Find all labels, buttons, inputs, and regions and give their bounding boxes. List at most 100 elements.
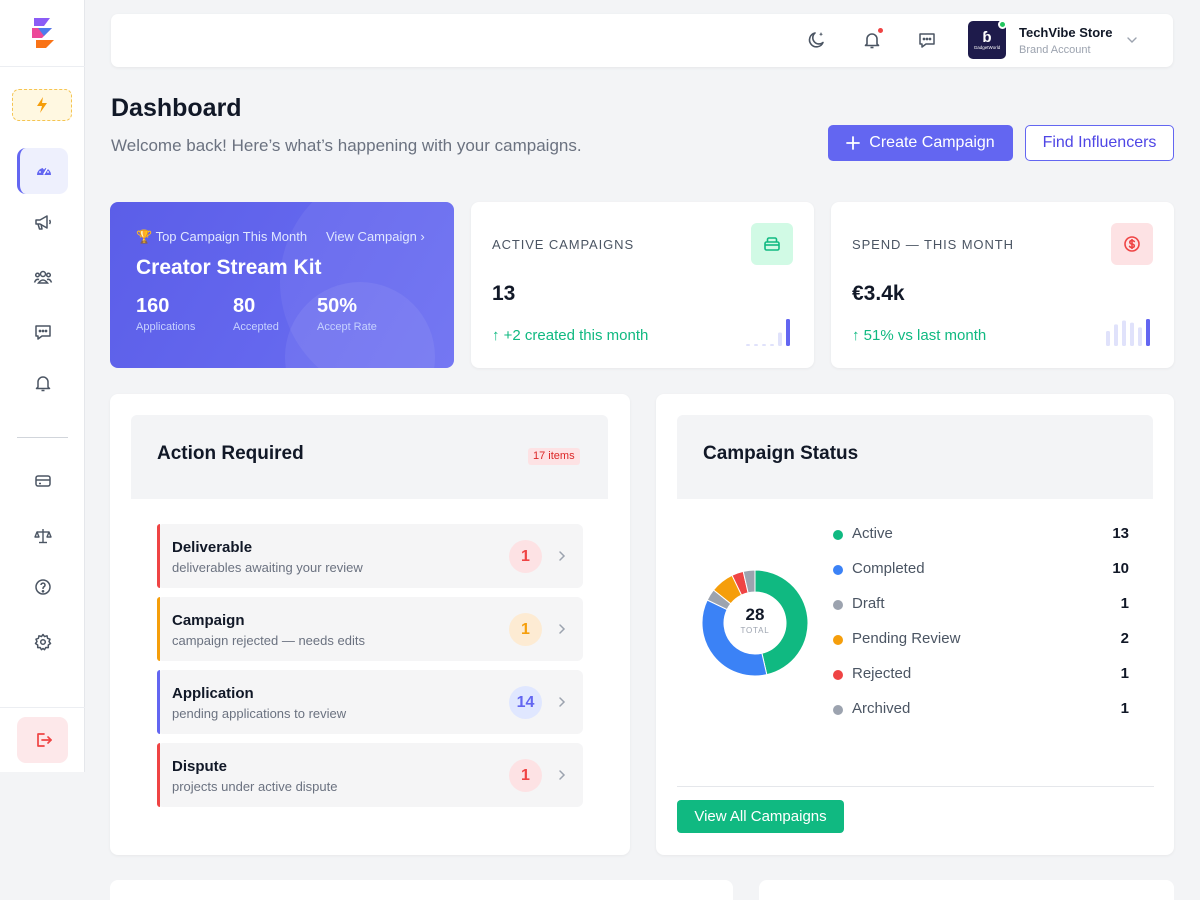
nav-disputes[interactable] bbox=[17, 513, 68, 559]
sparkline bbox=[746, 319, 790, 346]
spend-card: SPEND — THIS MONTH €3.4k ↑ 51% vs last m… bbox=[831, 202, 1174, 368]
messages-button[interactable] bbox=[915, 28, 939, 52]
spark-bar bbox=[778, 332, 782, 346]
chat-icon bbox=[34, 325, 51, 340]
nav-influencers[interactable] bbox=[17, 254, 68, 300]
legend-count: 1 bbox=[1120, 700, 1129, 717]
card-icon bbox=[1111, 223, 1153, 265]
brand-logo[interactable] bbox=[28, 16, 58, 50]
legend-name: Active bbox=[852, 525, 893, 542]
card-change: ↑ 51% vs last month bbox=[852, 327, 987, 344]
legend-rejected: Rejected 1 bbox=[833, 665, 1129, 685]
find-influencers-button[interactable]: Find Influencers bbox=[1025, 125, 1174, 161]
nav-dashboard[interactable] bbox=[17, 148, 68, 194]
credit-card-icon bbox=[34, 475, 51, 487]
card-change: ↑ +2 created this month bbox=[492, 327, 649, 344]
nav-messages[interactable] bbox=[17, 309, 68, 355]
action-title: Application bbox=[172, 685, 254, 702]
sidebar-divider bbox=[0, 66, 85, 67]
view-campaign-link[interactable]: View Campaign › bbox=[326, 229, 425, 244]
action-count: 1 bbox=[509, 759, 542, 792]
action-item-campaign[interactable]: Campaign campaign rejected — needs edits… bbox=[157, 597, 583, 661]
create-campaign-label: Create Campaign bbox=[869, 134, 995, 151]
legend-name: Archived bbox=[852, 700, 911, 717]
legend-dot bbox=[833, 565, 843, 575]
users-icon bbox=[33, 270, 52, 284]
nav-campaigns[interactable] bbox=[17, 199, 68, 245]
page-subtitle: Welcome back! Here’s what’s happening wi… bbox=[111, 136, 582, 155]
legend-dot bbox=[833, 600, 843, 610]
gauge-icon bbox=[37, 167, 51, 175]
chevron-down-icon[interactable] bbox=[1125, 33, 1139, 47]
donut-total-label: TOTAL bbox=[740, 626, 769, 635]
top-campaign-name: Creator Stream Kit bbox=[136, 256, 322, 279]
action-item-application[interactable]: Application pending applications to revi… bbox=[157, 670, 583, 734]
chat-icon bbox=[919, 33, 935, 48]
page-title: Dashboard bbox=[111, 94, 242, 122]
legend-name: Draft bbox=[852, 595, 885, 612]
spark-bar bbox=[754, 344, 758, 346]
nav-help[interactable] bbox=[17, 564, 68, 610]
action-count: 14 bbox=[509, 686, 542, 719]
card-label: ACTIVE CAMPAIGNS bbox=[492, 237, 635, 252]
action-desc: campaign rejected — needs edits bbox=[172, 633, 365, 648]
legend-count: 10 bbox=[1112, 560, 1129, 577]
stat-label: Applications bbox=[136, 321, 196, 333]
spark-bar bbox=[1130, 322, 1134, 346]
nav-billing[interactable] bbox=[17, 458, 68, 504]
action-title: Campaign bbox=[172, 612, 245, 629]
spark-bar bbox=[746, 344, 750, 346]
upgrade-button[interactable] bbox=[12, 89, 72, 121]
view-all-campaigns-button[interactable]: View All Campaigns bbox=[677, 800, 844, 833]
legend-count: 2 bbox=[1120, 630, 1129, 647]
card-icon bbox=[751, 223, 793, 265]
account-type: Brand Account bbox=[1019, 44, 1091, 56]
panel-title: Campaign Status bbox=[703, 443, 859, 464]
notifications-button[interactable] bbox=[860, 28, 884, 52]
stat-value: 80 bbox=[233, 295, 256, 317]
legend-archived: Archived 1 bbox=[833, 700, 1129, 720]
card-label: SPEND — THIS MONTH bbox=[852, 237, 1014, 252]
create-campaign-button[interactable]: Create Campaign bbox=[828, 125, 1013, 161]
nav-notifications[interactable] bbox=[17, 360, 68, 406]
action-item-dispute[interactable]: Dispute projects under active dispute 1 bbox=[157, 743, 583, 807]
dollar-icon bbox=[1124, 236, 1140, 252]
sidebar-divider bbox=[0, 707, 85, 708]
legend-pending-review: Pending Review 2 bbox=[833, 630, 1129, 650]
spark-bar bbox=[1138, 327, 1142, 346]
spark-bar bbox=[1114, 324, 1118, 346]
legend-name: Rejected bbox=[852, 665, 912, 682]
stat-accepted: 80 Accepted bbox=[233, 295, 279, 333]
nav-settings[interactable] bbox=[17, 619, 68, 665]
bottom-card-right bbox=[759, 880, 1174, 900]
top-campaign-card: 🏆 Top Campaign This Month View Campaign … bbox=[110, 202, 454, 368]
chevron-right-icon bbox=[559, 624, 566, 634]
help-icon bbox=[34, 579, 51, 595]
top-bar: ɓ GadgetWorld TechVibe Store Brand Accou… bbox=[111, 14, 1173, 67]
scale-icon bbox=[33, 529, 52, 544]
donut-total: 28 bbox=[746, 605, 765, 624]
spark-bar bbox=[762, 344, 766, 346]
logout-button[interactable] bbox=[17, 717, 68, 763]
plus-icon bbox=[846, 136, 861, 150]
action-item-deliverable[interactable]: Deliverable deliverables awaiting your r… bbox=[157, 524, 583, 588]
legend-name: Completed bbox=[852, 560, 925, 577]
top-campaign-label: 🏆 Top Campaign This Month bbox=[136, 229, 308, 244]
store-name: TechVibe Store bbox=[1019, 25, 1113, 40]
stat-applications: 160 Applications bbox=[136, 295, 195, 333]
stat-value: 160 bbox=[136, 295, 170, 317]
sidebar-divider bbox=[17, 437, 68, 438]
legend-count: 1 bbox=[1120, 665, 1129, 682]
avatar-caption: GadgetWorld bbox=[973, 44, 1001, 50]
dark-mode-toggle[interactable] bbox=[805, 28, 829, 52]
legend-count: 1 bbox=[1120, 595, 1129, 612]
chevron-right-icon bbox=[559, 697, 566, 707]
accent-bar bbox=[157, 597, 160, 661]
legend-draft: Draft 1 bbox=[833, 595, 1129, 615]
legend-dot bbox=[833, 670, 843, 680]
legend-active: Active 13 bbox=[833, 525, 1129, 545]
action-title: Dispute bbox=[172, 758, 228, 775]
panel-divider bbox=[677, 786, 1154, 787]
spark-bar bbox=[1122, 320, 1126, 346]
legend-name: Pending Review bbox=[852, 630, 961, 647]
